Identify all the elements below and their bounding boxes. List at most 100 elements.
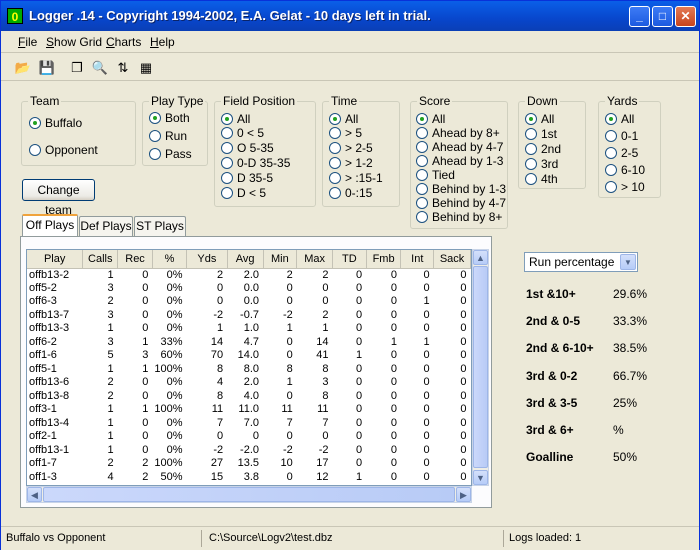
table-cell: 0: [356, 430, 363, 443]
col-sack[interactable]: Sack: [433, 250, 471, 269]
play-type-radio-both[interactable]: Both: [149, 111, 190, 125]
time-radio-2-5[interactable]: > 2-5: [329, 141, 373, 155]
menu-help[interactable]: Help: [150, 35, 175, 49]
horizontal-scroll-thumb[interactable]: [43, 487, 455, 502]
title-bar[interactable]: 0 Logger .14 - Copyright 1994-2002, E.A.…: [1, 1, 699, 31]
col-play[interactable]: Play: [27, 250, 84, 269]
score-radio-behind-4-7[interactable]: Behind by 4-7: [416, 196, 506, 210]
col-int[interactable]: Int: [400, 250, 435, 269]
play-type-group: Play Type Both Run Pass: [142, 94, 208, 166]
table-cell: 41: [316, 349, 329, 362]
field-position-radio-d-35-5[interactable]: D 35-5: [221, 171, 273, 185]
field-position-radio-all[interactable]: All: [221, 112, 250, 126]
yards-radio-0-1[interactable]: 0-1: [605, 129, 638, 143]
score-radio-tied[interactable]: Tied: [416, 168, 455, 182]
down-radio-4th[interactable]: 4th: [525, 172, 558, 186]
yards-radio-gt-10[interactable]: > 10: [605, 180, 645, 194]
menu-charts[interactable]: Charts: [106, 35, 141, 49]
scroll-right-icon[interactable]: ▶: [456, 487, 471, 502]
tab-st-plays[interactable]: ST Plays: [134, 216, 186, 236]
score-radio-all[interactable]: All: [416, 112, 445, 126]
save-disk-icon[interactable]: 💾: [36, 57, 58, 78]
down-radio-3rd[interactable]: 3rd: [525, 157, 558, 171]
table-row[interactable]: offb13-8 2 0 0% 8 4.0 0 8 0 0 0 0: [27, 390, 471, 404]
table-row[interactable]: off6-2 3 1 33% 14 4.7 0 14 0 1 1 0: [27, 336, 471, 350]
table-row[interactable]: off1-7 2 2 100% 27 13.5 10 17 0 0 0 0: [27, 457, 471, 471]
table-cell: 0: [423, 362, 430, 375]
minimize-button[interactable]: _: [629, 6, 650, 27]
maximize-button[interactable]: □: [652, 6, 673, 27]
team-radio-opponent[interactable]: Opponent: [29, 143, 98, 157]
table-row[interactable]: off5-1 1 1 100% 8 8.0 8 8 0 0 0 0: [27, 363, 471, 377]
score-radio-ahead-1-3[interactable]: Ahead by 1-3: [416, 154, 503, 168]
score-radio-ahead-4-7[interactable]: Ahead by 4-7: [416, 140, 503, 154]
down-radio-all[interactable]: All: [525, 112, 554, 126]
close-button[interactable]: ✕: [675, 6, 696, 27]
table-row[interactable]: off1-3 4 2 50% 15 3.8 0 12 1 0 0 0: [27, 471, 471, 485]
search-magnifier-icon[interactable]: 🔍: [89, 57, 111, 78]
team-radio-buffalo[interactable]: Buffalo: [29, 116, 82, 130]
yards-radio-6-10[interactable]: 6-10: [605, 163, 645, 177]
time-radio-1-2[interactable]: > 1-2: [329, 156, 373, 170]
table-row[interactable]: off1-6 5 3 60% 70 14.0 0 41 1 0 0 0: [27, 349, 471, 363]
menu-file[interactable]: File: [18, 35, 37, 49]
grid-icon[interactable]: ▦: [135, 57, 157, 78]
scroll-left-icon[interactable]: ◀: [27, 487, 42, 502]
chevron-down-icon[interactable]: ▼: [620, 254, 636, 270]
col-yds[interactable]: Yds: [186, 250, 228, 269]
yards-radio-2-5[interactable]: 2-5: [605, 146, 638, 160]
time-radio-0-15[interactable]: 0-:15: [329, 186, 372, 200]
col-avg[interactable]: Avg: [227, 250, 264, 269]
copy-window-icon[interactable]: ❐: [66, 57, 88, 78]
radio-label: Pass: [165, 147, 192, 161]
table-row[interactable]: offb13-6 2 0 0% 4 2.0 1 3 0 0 0 0: [27, 376, 471, 390]
vertical-scroll-thumb[interactable]: [473, 266, 488, 468]
down-radio-2nd[interactable]: 2nd: [525, 142, 561, 156]
field-position-radio-0-d-35-35[interactable]: 0-D 35-35: [221, 156, 290, 170]
table-cell: 0: [460, 416, 467, 429]
table-row[interactable]: offb13-2 1 0 0% 2 2.0 2 2 0 0 0 0: [27, 268, 471, 282]
vertical-scrollbar[interactable]: ▲ ▼: [472, 249, 489, 486]
tab-off-plays[interactable]: Off Plays: [22, 214, 78, 236]
table-row[interactable]: off5-2 3 0 0% 0 0.0 0 0 0 0 0 0: [27, 282, 471, 296]
field-position-radio-d-lt-5[interactable]: D < 5: [221, 186, 266, 200]
plays-grid[interactable]: Play Calls Rec % Yds Avg Min Max TD Fmb …: [26, 249, 472, 486]
table-row[interactable]: off2-1 1 0 0% 0 0 0 0 0 0 0 0: [27, 430, 471, 444]
col-fmb[interactable]: Fmb: [366, 250, 402, 269]
col-td[interactable]: TD: [332, 250, 367, 269]
table-row[interactable]: offb13-4 1 0 0% 7 7.0 7 7 0 0 0 0: [27, 417, 471, 431]
scroll-up-icon[interactable]: ▲: [473, 250, 488, 265]
down-radio-1st[interactable]: 1st: [525, 127, 557, 141]
radio-icon: [416, 169, 428, 181]
table-row[interactable]: offb13-1 1 0 0% -2 -2.0 -2 -2 0 0 0 0: [27, 444, 471, 458]
field-position-radio-o-5-35[interactable]: O 5-35: [221, 141, 274, 155]
change-team-button[interactable]: Change team: [22, 179, 95, 217]
play-type-radio-pass[interactable]: Pass: [149, 147, 192, 161]
table-cell: offb13-2: [29, 268, 70, 281]
chart-arrow-icon[interactable]: ⇅: [112, 57, 134, 78]
open-folder-icon[interactable]: 📂: [12, 57, 34, 78]
time-radio-gt-5[interactable]: > 5: [329, 126, 362, 140]
play-type-radio-run[interactable]: Run: [149, 129, 187, 143]
time-radio-all[interactable]: All: [329, 112, 358, 126]
field-position-radio-0-lt-5[interactable]: 0 < 5: [221, 126, 264, 140]
score-radio-behind-8[interactable]: Behind by 8+: [416, 210, 502, 224]
table-row[interactable]: offb13-7 3 0 0% -2 -0.7 -2 2 0 0 0 0: [27, 309, 471, 323]
tab-def-plays[interactable]: Def Plays: [79, 216, 133, 236]
col-calls[interactable]: Calls: [82, 250, 119, 269]
score-radio-behind-1-3[interactable]: Behind by 1-3: [416, 182, 506, 196]
col-percent[interactable]: %: [152, 250, 188, 269]
time-radio-15-1[interactable]: > :15-1: [329, 171, 383, 185]
col-max[interactable]: Max: [296, 250, 333, 269]
table-row[interactable]: offb13-3 1 0 0% 1 1.0 1 1 0 0 0 0: [27, 322, 471, 336]
score-radio-ahead-8[interactable]: Ahead by 8+: [416, 126, 500, 140]
table-row[interactable]: off6-3 2 0 0% 0 0.0 0 0 0 0 1 0: [27, 295, 471, 309]
horizontal-scrollbar[interactable]: ◀ ▶: [26, 486, 472, 503]
scroll-down-icon[interactable]: ▼: [473, 470, 488, 485]
col-min[interactable]: Min: [263, 250, 298, 269]
chart-type-select[interactable]: Run percentage ▼: [524, 252, 638, 272]
menu-show-grid[interactable]: Show Grid: [46, 35, 102, 49]
yards-radio-all[interactable]: All: [605, 112, 634, 126]
col-rec[interactable]: Rec: [117, 250, 153, 269]
table-row[interactable]: off3-1 1 1 100% 11 11.0 11 11 0 0 0 0: [27, 403, 471, 417]
